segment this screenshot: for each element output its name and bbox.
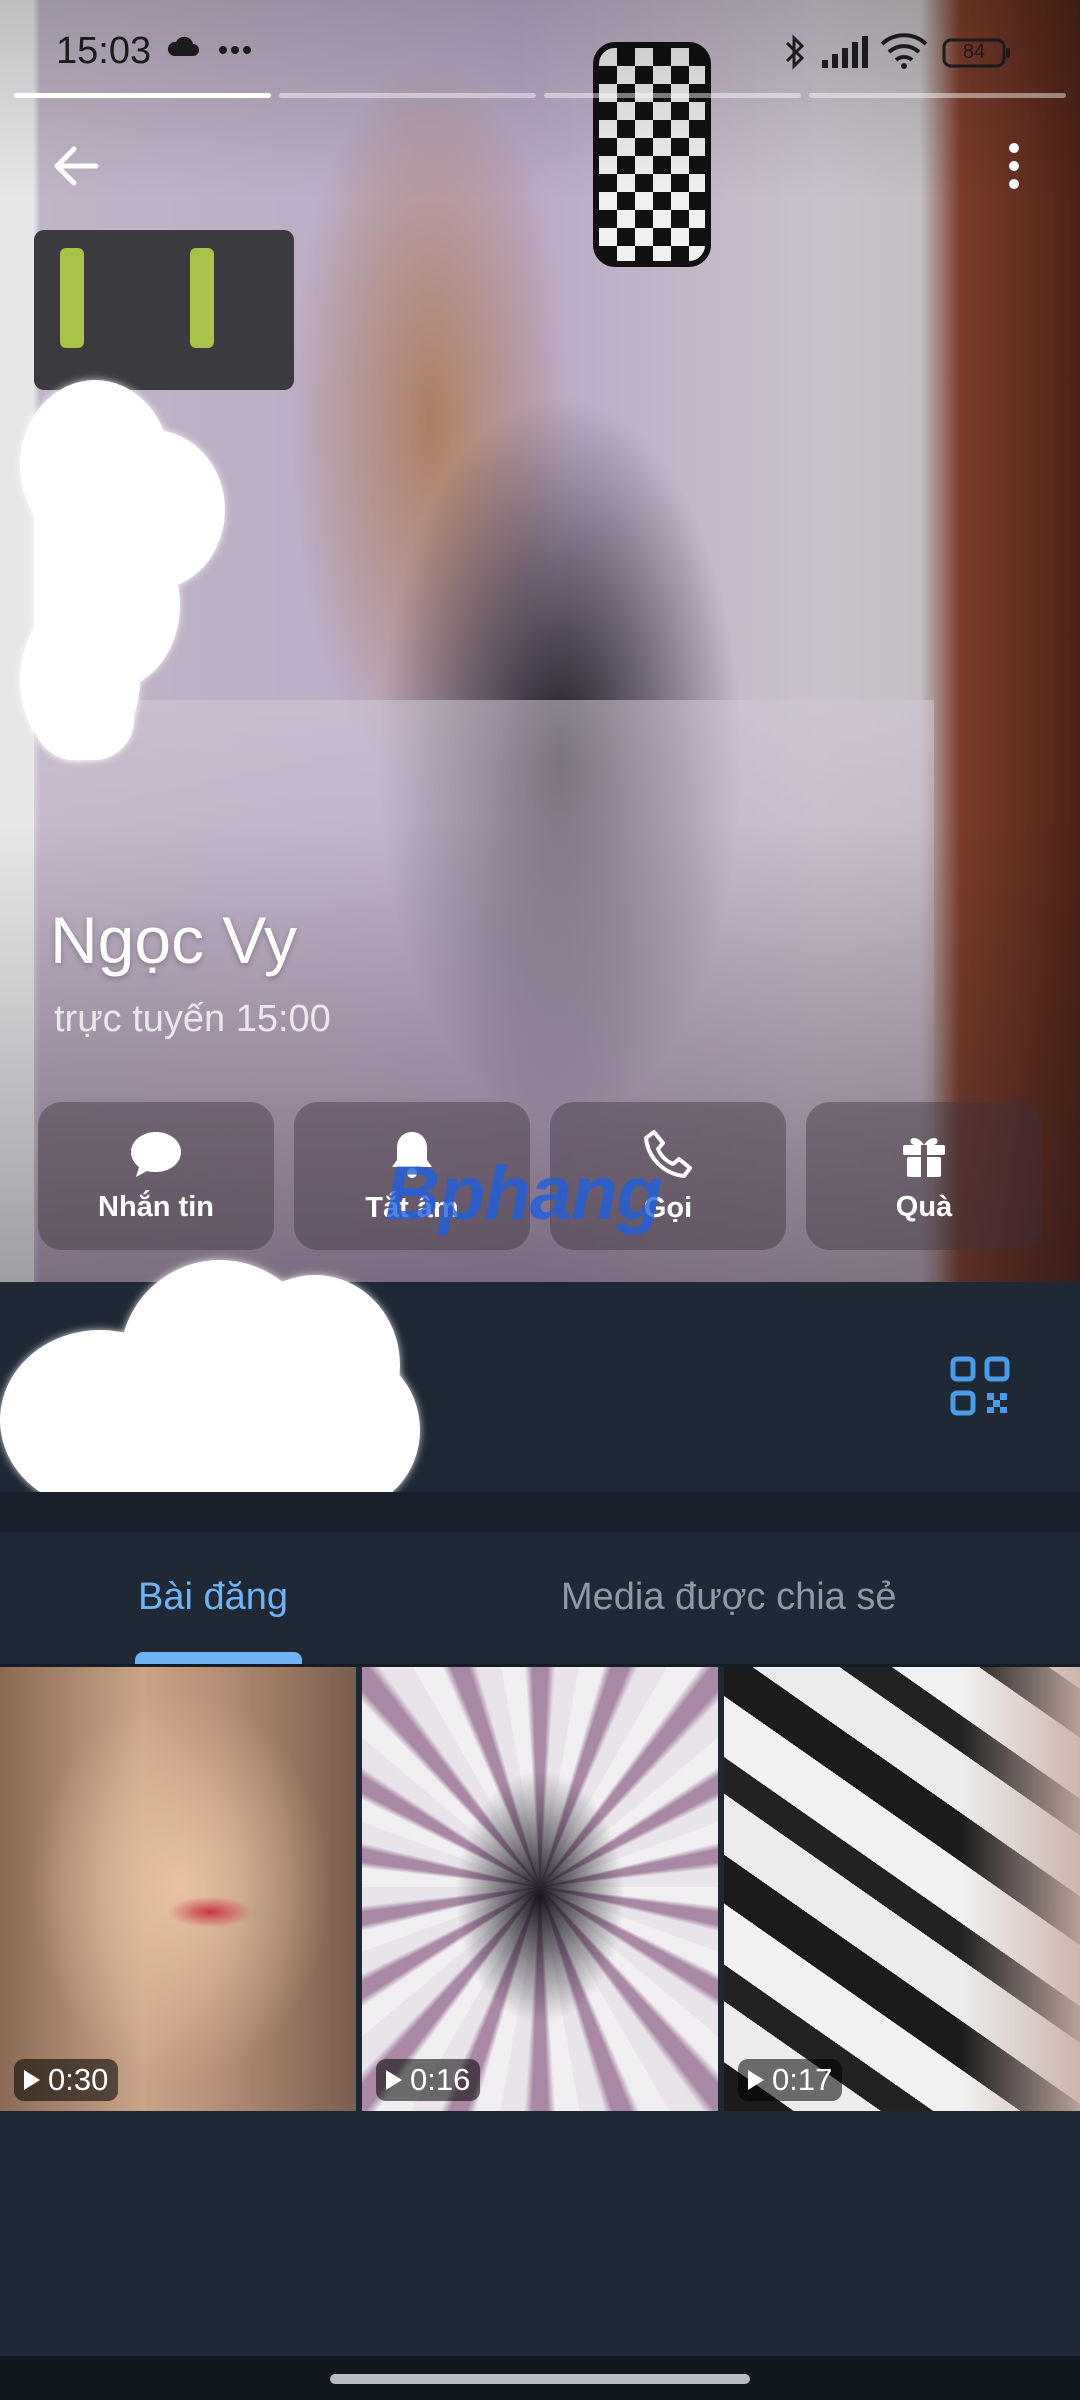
video-duration-badge: 0:16 (376, 2059, 481, 2101)
qr-code-icon (950, 1356, 1010, 1416)
story-segment (809, 93, 1066, 98)
bluetooth-icon (782, 34, 808, 75)
more-options-button[interactable] (974, 126, 1054, 206)
media-item[interactable]: 0:16 (362, 1667, 718, 2111)
back-arrow-icon (54, 146, 99, 186)
watermark-text: Bphang (385, 1151, 663, 1236)
message-button[interactable]: Nhắn tin (38, 1102, 274, 1250)
tab-shared-media[interactable]: Media được chia sẻ (561, 1576, 897, 1619)
battery-level: 84 (962, 41, 986, 63)
last-seen-status: trực tuyến 15:00 (54, 998, 331, 1040)
cloud-icon (165, 34, 201, 65)
gift-label: Quà (895, 1190, 953, 1223)
tab-bar: Bài đăng Media được chia sẻ (0, 1532, 1080, 1664)
active-tab-indicator (135, 1652, 302, 1664)
signal-icon (820, 36, 868, 75)
story-segment (14, 93, 271, 98)
video-duration: 0:17 (772, 2062, 833, 2097)
status-time: 15:03 (56, 30, 152, 72)
wifi-icon (880, 32, 928, 75)
video-duration-badge: 0:17 (738, 2059, 843, 2101)
play-icon (748, 2070, 764, 2090)
play-icon (24, 2070, 40, 2090)
media-item[interactable]: 0:17 (724, 1667, 1080, 2111)
story-progress (14, 93, 1066, 98)
story-segment (544, 93, 801, 98)
vertical-dots-icon (1009, 143, 1019, 189)
tab-posts[interactable]: Bài đăng (138, 1576, 288, 1619)
play-icon (386, 2070, 402, 2090)
video-duration: 0:30 (48, 2062, 109, 2097)
media-grid: 0:30 0:16 0:17 (0, 1667, 1080, 2111)
back-button[interactable] (36, 126, 116, 206)
gift-button[interactable]: Quà (806, 1102, 1042, 1250)
section-divider (0, 1492, 1080, 1532)
home-indicator[interactable] (330, 2374, 750, 2384)
story-segment (279, 93, 536, 98)
profile-name: Ngọc Vy (50, 903, 297, 977)
qr-code-button[interactable] (950, 1356, 1010, 1416)
battery-icon: 84 (942, 38, 1012, 68)
message-label: Nhắn tin (98, 1190, 214, 1223)
media-item[interactable]: 0:30 (0, 1667, 356, 2111)
video-duration-badge: 0:30 (14, 2059, 119, 2101)
video-duration: 0:16 (410, 2062, 471, 2097)
gift-icon (903, 1137, 945, 1177)
message-bubble-icon (131, 1131, 181, 1177)
more-dots-icon (218, 42, 252, 60)
